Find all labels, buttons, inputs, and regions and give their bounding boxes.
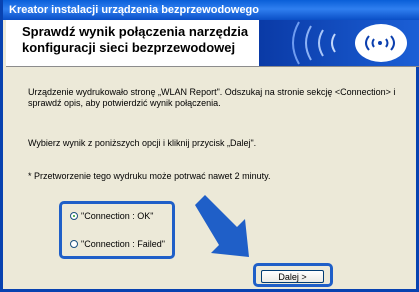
- option-connection-failed[interactable]: "Connection : Failed": [70, 238, 165, 250]
- next-button-highlight: Dalej >: [253, 263, 333, 287]
- wizard-window: Kreator instalacji urządzenia bezprzewod…: [0, 0, 419, 292]
- radio-selected-icon[interactable]: [70, 212, 78, 220]
- connection-options-group: "Connection : OK" "Connection : Failed": [59, 201, 175, 259]
- radio-unselected-icon[interactable]: [70, 240, 78, 248]
- window-title: Kreator instalacji urządzenia bezprzewod…: [9, 4, 259, 16]
- instruction-text: Urządzenie wydrukowało stronę „WLAN Repo…: [28, 87, 396, 108]
- option-connection-ok[interactable]: "Connection : OK": [70, 210, 153, 222]
- wizard-content: Urządzenie wydrukowało stronę „WLAN Repo…: [6, 67, 419, 289]
- print-time-note: * Przetworzenie tego wydruku może potrwa…: [28, 171, 271, 181]
- wizard-header: Sprawdź wynik połączenia narzędzia konfi…: [6, 20, 419, 67]
- wireless-waves-icon: [259, 20, 419, 66]
- next-button[interactable]: Dalej >: [261, 270, 324, 283]
- pointer-arrow-icon: [195, 195, 249, 257]
- title-bar: Kreator instalacji urządzenia bezprzewod…: [3, 0, 419, 20]
- option-connection-ok-label: "Connection : OK": [81, 211, 154, 221]
- option-connection-failed-label: "Connection : Failed": [81, 239, 165, 249]
- choose-result-text: Wybierz wynik z poniższych opcji i klikn…: [28, 138, 257, 148]
- wireless-banner-graphic: [259, 20, 419, 66]
